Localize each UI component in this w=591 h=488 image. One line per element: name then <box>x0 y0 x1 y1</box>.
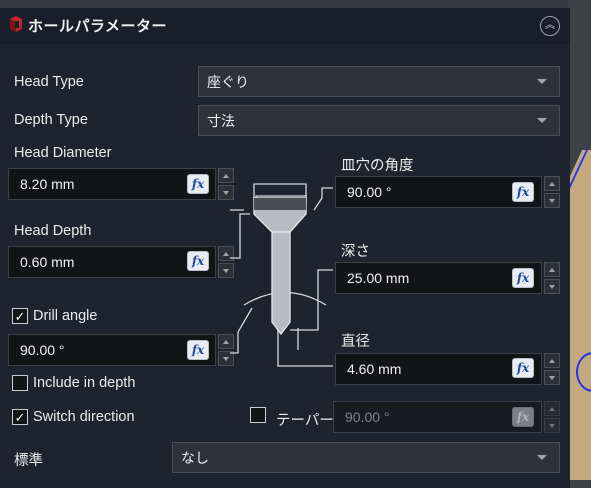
collapse-panel-button[interactable]: ︽ <box>540 16 560 36</box>
taper-value: 90.00 ° <box>345 409 390 425</box>
spin-up-button[interactable] <box>544 176 560 191</box>
countersink-angle-input[interactable]: 90.00 ° <box>335 176 542 208</box>
drill-angle-value: 90.00 ° <box>20 342 65 358</box>
switch-direction-label: Switch direction <box>33 409 135 425</box>
depth-type-label: Depth Type <box>14 112 88 128</box>
taper-input[interactable]: 90.00 ° <box>333 401 542 433</box>
drill-angle-checkbox[interactable]: ✓ <box>12 308 28 324</box>
head-diameter-input[interactable]: 8.20 mm <box>8 168 216 200</box>
spin-down-button[interactable] <box>544 418 560 433</box>
switch-direction-checkbox[interactable]: ✓ <box>12 409 28 425</box>
head-type-label: Head Type <box>14 74 84 90</box>
diameter-fx-button[interactable]: fx <box>512 358 534 378</box>
countersink-angle-fx-button[interactable]: fx <box>512 182 534 202</box>
dropdown-arrow-icon <box>537 118 547 123</box>
depth-type-combobox[interactable]: 寸法 <box>198 105 560 136</box>
taper-spinner[interactable] <box>544 401 560 433</box>
spin-down-button[interactable] <box>544 370 560 385</box>
diameter-input[interactable]: 4.60 mm <box>335 353 542 385</box>
depth-type-value: 寸法 <box>207 112 235 129</box>
fx-icon: fx <box>516 361 530 375</box>
standard-combobox[interactable]: なし <box>172 442 560 473</box>
panel-title: ホールパラメーター <box>28 18 168 35</box>
head-diameter-value: 8.20 mm <box>20 176 75 192</box>
fx-icon: fx <box>191 177 205 191</box>
fx-icon: fx <box>516 410 530 424</box>
taper-label: テーパー <box>276 413 334 429</box>
head-depth-input[interactable]: 0.60 mm <box>8 246 216 278</box>
countersink-angle-spinner[interactable] <box>544 176 560 208</box>
spin-up-button[interactable] <box>544 353 560 368</box>
depth-input[interactable]: 25.00 mm <box>335 262 542 294</box>
countersink-angle-label: 皿穴の角度 <box>341 158 414 174</box>
depth-spinner[interactable] <box>544 262 560 294</box>
drill-angle-label: Drill angle <box>33 308 98 324</box>
head-type-combobox[interactable]: 座ぐり <box>198 66 560 97</box>
checkmark-icon: ✓ <box>14 308 26 324</box>
checkmark-icon: ✓ <box>14 409 26 425</box>
hole-profile-diagram <box>230 183 333 367</box>
fx-icon: fx <box>191 254 205 268</box>
dropdown-arrow-icon <box>537 455 547 460</box>
head-diameter-fx-button[interactable]: fx <box>187 174 209 194</box>
depth-value: 25.00 mm <box>347 270 410 286</box>
drill-angle-fx-button[interactable]: fx <box>187 340 209 360</box>
head-depth-label: Head Depth <box>14 223 92 239</box>
fx-icon: fx <box>191 343 205 357</box>
head-depth-fx-button[interactable]: fx <box>187 251 209 271</box>
head-type-value: 座ぐり <box>207 73 249 90</box>
fx-icon: fx <box>516 185 530 199</box>
include-in-depth-label: Include in depth <box>33 375 136 391</box>
drill-angle-input[interactable]: 90.00 ° <box>8 334 216 366</box>
taper-checkbox[interactable] <box>250 407 266 423</box>
diameter-value: 4.60 mm <box>347 361 402 377</box>
countersink-angle-value: 90.00 ° <box>347 184 392 200</box>
head-depth-value: 0.60 mm <box>20 254 75 270</box>
standard-value: なし <box>181 449 209 466</box>
dropdown-arrow-icon <box>537 79 547 84</box>
hole-feature-icon <box>10 16 22 32</box>
standard-label: 標準 <box>14 453 43 469</box>
spin-up-button[interactable] <box>544 401 560 416</box>
diameter-spinner[interactable] <box>544 353 560 385</box>
fx-icon: fx <box>516 271 530 285</box>
depth-fx-button[interactable]: fx <box>512 268 534 288</box>
taper-fx-button[interactable]: fx <box>512 407 534 427</box>
head-diameter-label: Head Diameter <box>14 145 112 161</box>
spin-down-button[interactable] <box>544 193 560 208</box>
double-chevron-up-icon: ︽ <box>545 20 555 31</box>
diameter-label: 直径 <box>341 334 370 350</box>
depth-label: 深さ <box>341 244 370 260</box>
include-in-depth-checkbox[interactable] <box>12 375 28 391</box>
spin-down-button[interactable] <box>544 279 560 294</box>
spin-up-button[interactable] <box>544 262 560 277</box>
